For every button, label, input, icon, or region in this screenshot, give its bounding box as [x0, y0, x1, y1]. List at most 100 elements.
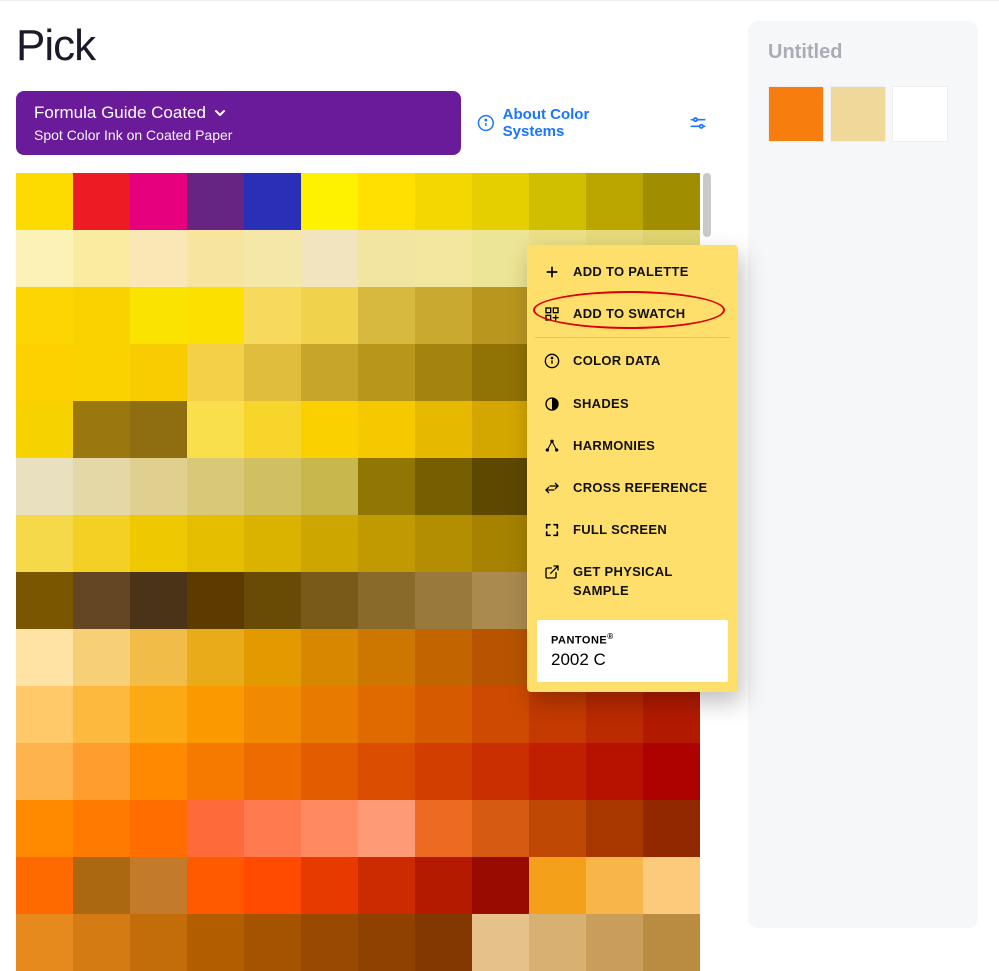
color-swatch[interactable] — [586, 743, 643, 800]
color-swatch[interactable] — [529, 173, 586, 230]
color-swatch[interactable] — [16, 344, 73, 401]
color-swatch[interactable] — [529, 857, 586, 914]
color-swatch[interactable] — [643, 800, 700, 857]
color-swatch[interactable] — [472, 914, 529, 971]
color-swatch[interactable] — [73, 914, 130, 971]
palette-swatch[interactable] — [892, 86, 948, 142]
color-swatch[interactable] — [415, 857, 472, 914]
color-swatch[interactable] — [16, 458, 73, 515]
color-swatch[interactable] — [301, 230, 358, 287]
color-swatch[interactable] — [472, 686, 529, 743]
color-swatch[interactable] — [415, 458, 472, 515]
color-swatch[interactable] — [187, 629, 244, 686]
color-swatch[interactable] — [529, 743, 586, 800]
color-swatch[interactable] — [244, 914, 301, 971]
color-swatch[interactable] — [301, 743, 358, 800]
color-swatch[interactable] — [73, 743, 130, 800]
color-swatch[interactable] — [73, 230, 130, 287]
harmonies-item[interactable]: HARMONIES — [535, 425, 730, 467]
settings-button[interactable] — [684, 109, 712, 137]
color-data-item[interactable]: COLOR DATA — [535, 340, 730, 382]
color-swatch[interactable] — [301, 914, 358, 971]
color-swatch[interactable] — [301, 173, 358, 230]
color-swatch[interactable] — [73, 629, 130, 686]
color-swatch[interactable] — [643, 173, 700, 230]
color-swatch[interactable] — [73, 800, 130, 857]
color-swatch[interactable] — [187, 686, 244, 743]
color-swatch[interactable] — [472, 401, 529, 458]
color-system-selector[interactable]: Formula Guide Coated Spot Color Ink on C… — [16, 91, 461, 155]
color-swatch[interactable] — [472, 800, 529, 857]
color-swatch[interactable] — [73, 287, 130, 344]
color-swatch[interactable] — [73, 344, 130, 401]
color-swatch[interactable] — [301, 572, 358, 629]
color-swatch[interactable] — [187, 173, 244, 230]
color-swatch[interactable] — [16, 800, 73, 857]
color-swatch[interactable] — [73, 515, 130, 572]
color-swatch[interactable] — [358, 743, 415, 800]
color-swatch[interactable] — [187, 458, 244, 515]
color-swatch[interactable] — [244, 287, 301, 344]
color-swatch[interactable] — [643, 857, 700, 914]
color-swatch[interactable] — [16, 743, 73, 800]
color-swatch[interactable] — [586, 914, 643, 971]
color-swatch[interactable] — [187, 914, 244, 971]
color-swatch[interactable] — [472, 743, 529, 800]
color-swatch[interactable] — [472, 287, 529, 344]
color-swatch[interactable] — [73, 458, 130, 515]
color-swatch[interactable] — [187, 401, 244, 458]
color-swatch[interactable] — [16, 914, 73, 971]
color-swatch[interactable] — [244, 629, 301, 686]
color-swatch[interactable] — [358, 914, 415, 971]
color-swatch[interactable] — [358, 458, 415, 515]
color-swatch[interactable] — [244, 743, 301, 800]
color-swatch[interactable] — [301, 287, 358, 344]
color-swatch[interactable] — [472, 629, 529, 686]
color-swatch[interactable] — [244, 572, 301, 629]
color-swatch[interactable] — [16, 686, 73, 743]
color-swatch[interactable] — [358, 230, 415, 287]
color-swatch[interactable] — [244, 173, 301, 230]
color-swatch[interactable] — [643, 914, 700, 971]
color-swatch[interactable] — [472, 857, 529, 914]
color-swatch[interactable] — [130, 230, 187, 287]
color-swatch[interactable] — [130, 401, 187, 458]
color-swatch[interactable] — [187, 572, 244, 629]
color-swatch[interactable] — [16, 230, 73, 287]
color-swatch[interactable] — [73, 857, 130, 914]
color-swatch[interactable] — [358, 629, 415, 686]
about-color-systems-link[interactable]: About Color Systems — [477, 106, 653, 140]
color-swatch[interactable] — [16, 572, 73, 629]
color-swatch[interactable] — [301, 458, 358, 515]
color-swatch[interactable] — [244, 857, 301, 914]
color-swatch[interactable] — [415, 572, 472, 629]
color-swatch[interactable] — [472, 344, 529, 401]
color-swatch[interactable] — [415, 686, 472, 743]
color-swatch[interactable] — [130, 344, 187, 401]
color-swatch[interactable] — [472, 572, 529, 629]
color-swatch[interactable] — [16, 515, 73, 572]
color-swatch[interactable] — [187, 800, 244, 857]
color-swatch[interactable] — [472, 458, 529, 515]
color-swatch[interactable] — [187, 230, 244, 287]
color-swatch[interactable] — [643, 743, 700, 800]
color-swatch[interactable] — [130, 287, 187, 344]
palette-swatch[interactable] — [830, 86, 886, 142]
color-swatch[interactable] — [358, 344, 415, 401]
color-swatch[interactable] — [472, 515, 529, 572]
palette-swatch[interactable] — [768, 86, 824, 142]
color-swatch[interactable] — [130, 743, 187, 800]
color-swatch[interactable] — [73, 173, 130, 230]
color-swatch[interactable] — [529, 914, 586, 971]
color-swatch[interactable] — [244, 344, 301, 401]
color-swatch[interactable] — [358, 572, 415, 629]
color-swatch[interactable] — [301, 629, 358, 686]
color-swatch[interactable] — [415, 173, 472, 230]
color-swatch[interactable] — [586, 800, 643, 857]
color-swatch[interactable] — [73, 572, 130, 629]
shades-item[interactable]: SHADES — [535, 383, 730, 425]
color-swatch[interactable] — [16, 401, 73, 458]
color-swatch[interactable] — [187, 344, 244, 401]
color-swatch[interactable] — [472, 230, 529, 287]
color-swatch[interactable] — [358, 287, 415, 344]
